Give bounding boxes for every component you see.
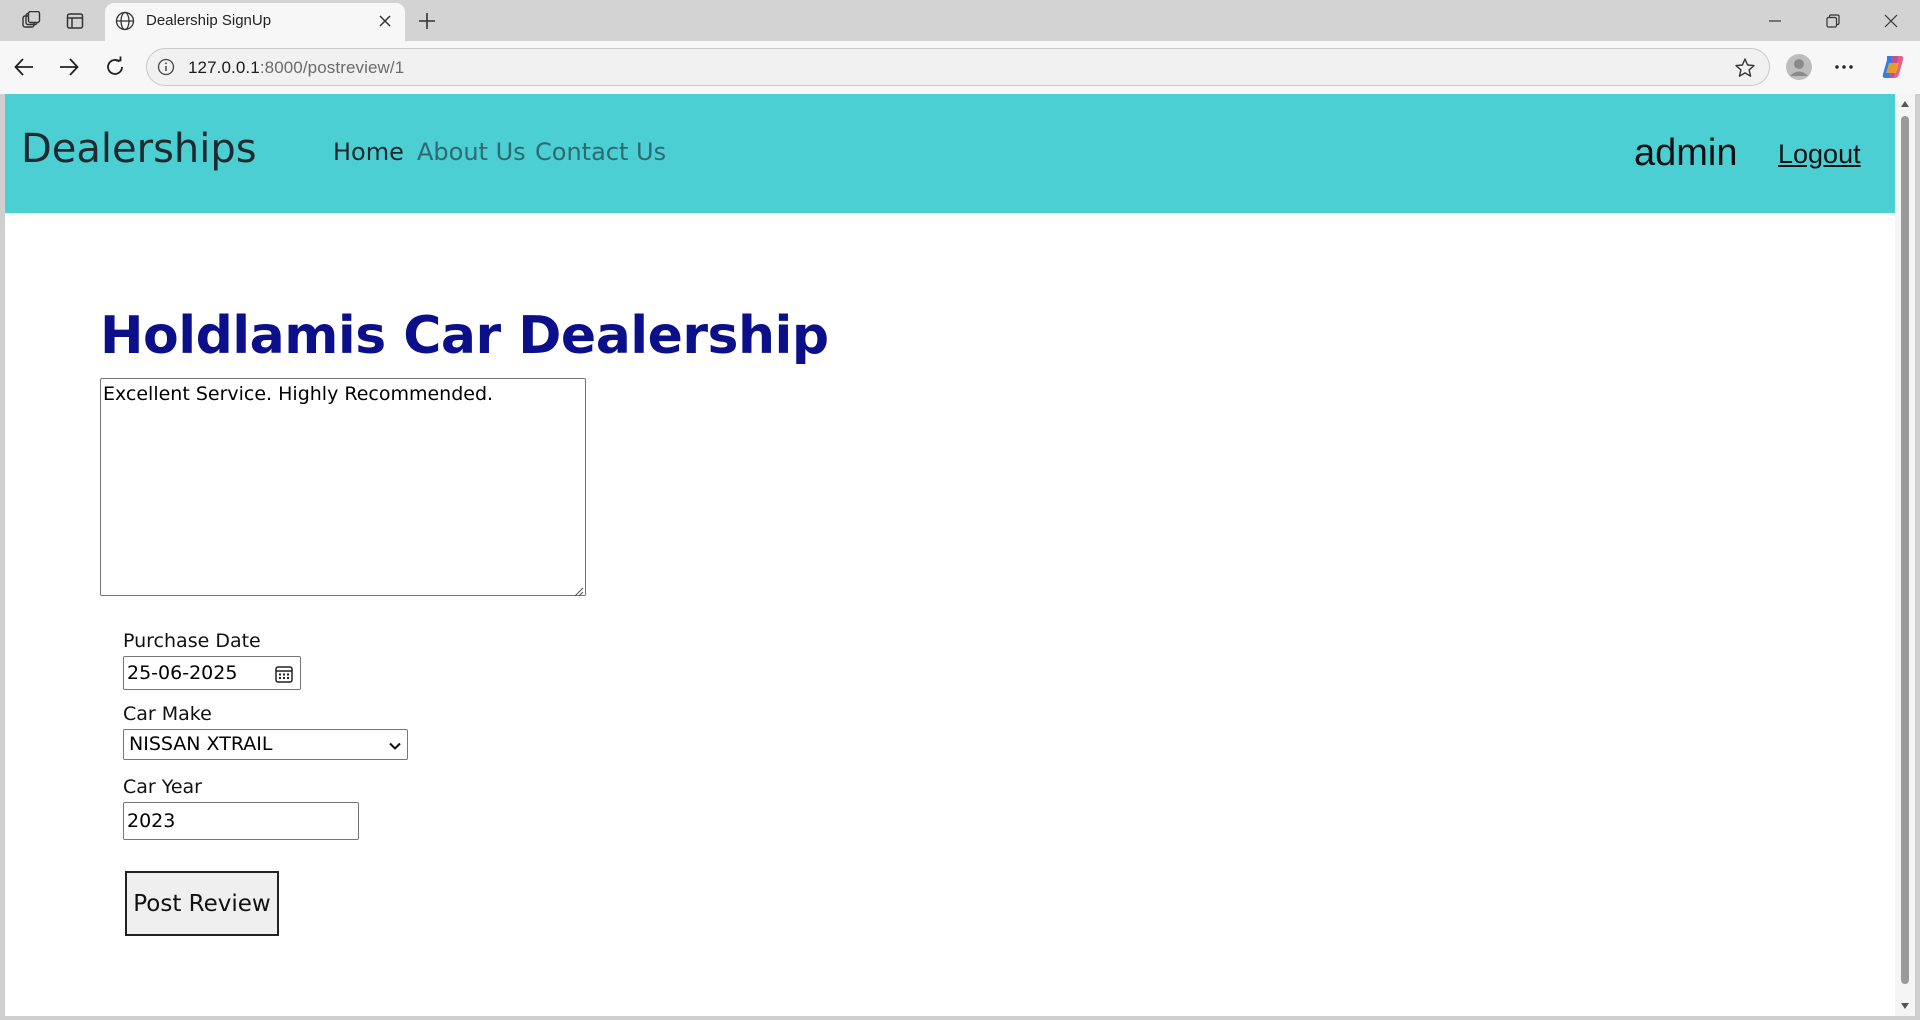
minimize-icon[interactable] (1746, 0, 1804, 41)
scroll-up-icon[interactable] (1900, 100, 1910, 108)
info-icon[interactable] (156, 57, 176, 77)
page-title: Holdlamis Car Dealership (100, 306, 829, 366)
logout-link[interactable]: Logout (1778, 139, 1861, 170)
car-year-input[interactable]: 2023 (123, 802, 359, 840)
profile-icon[interactable] (1782, 50, 1816, 84)
scrollbar-thumb[interactable] (1901, 116, 1909, 984)
car-year-label: Car Year (123, 776, 202, 798)
purchase-date-label: Purchase Date (123, 630, 261, 652)
close-icon[interactable] (373, 9, 397, 33)
refresh-icon[interactable] (98, 50, 132, 84)
tab-title: Dealership SignUp (146, 12, 272, 29)
restore-icon[interactable] (1804, 0, 1862, 41)
car-make-value: NISSAN XTRAIL (129, 733, 273, 755)
car-make-label: Car Make (123, 703, 212, 725)
window-close-icon[interactable] (1862, 0, 1920, 41)
purchase-date-input[interactable]: 25-06-2025 (123, 656, 301, 690)
site-navbar: Dealerships Home About Us Contact Us adm… (5, 94, 1895, 213)
star-icon[interactable] (1733, 56, 1757, 80)
calendar-icon[interactable] (274, 664, 294, 684)
globe-icon (114, 10, 136, 32)
chevron-down-icon (388, 738, 402, 752)
post-review-button[interactable]: Post Review (125, 871, 279, 936)
page-viewport: Dealerships Home About Us Contact Us adm… (5, 94, 1895, 1016)
url-text[interactable]: 127.0.0.1:8000/postreview/1 (188, 58, 404, 78)
tab-actions-icon[interactable] (62, 8, 88, 34)
url-host: 127.0.0.1 (188, 58, 260, 77)
more-icon[interactable] (1827, 50, 1861, 84)
back-icon[interactable] (7, 50, 41, 84)
tab-strip: Dealership SignUp (0, 0, 1920, 41)
scroll-down-icon[interactable] (1900, 1002, 1910, 1010)
car-make-select[interactable]: NISSAN XTRAIL (123, 729, 408, 760)
nav-home[interactable]: Home (333, 138, 404, 166)
active-tab[interactable]: Dealership SignUp (105, 3, 405, 41)
new-tab-icon[interactable] (414, 8, 440, 34)
browser-toolbar: 127.0.0.1:8000/postreview/1 (0, 41, 1920, 94)
nav-contact-us[interactable]: Contact Us (535, 138, 666, 166)
copilot-icon[interactable] (1876, 50, 1910, 84)
url-path: :8000/postreview/1 (259, 58, 405, 77)
forward-icon[interactable] (52, 50, 86, 84)
username: admin (1634, 132, 1738, 174)
resize-grip-icon[interactable] (572, 582, 584, 597)
nav-about-us[interactable]: About Us (417, 138, 526, 166)
brand-logo[interactable]: Dealerships (21, 126, 257, 172)
workspaces-icon[interactable] (18, 8, 44, 34)
purchase-date-value: 25-06-2025 (127, 662, 238, 684)
car-year-value: 2023 (127, 810, 176, 832)
address-bar[interactable]: 127.0.0.1:8000/postreview/1 (146, 48, 1770, 86)
vertical-scrollbar[interactable] (1895, 94, 1915, 1016)
review-textarea[interactable]: Excellent Service. Highly Recommended. (100, 378, 586, 596)
